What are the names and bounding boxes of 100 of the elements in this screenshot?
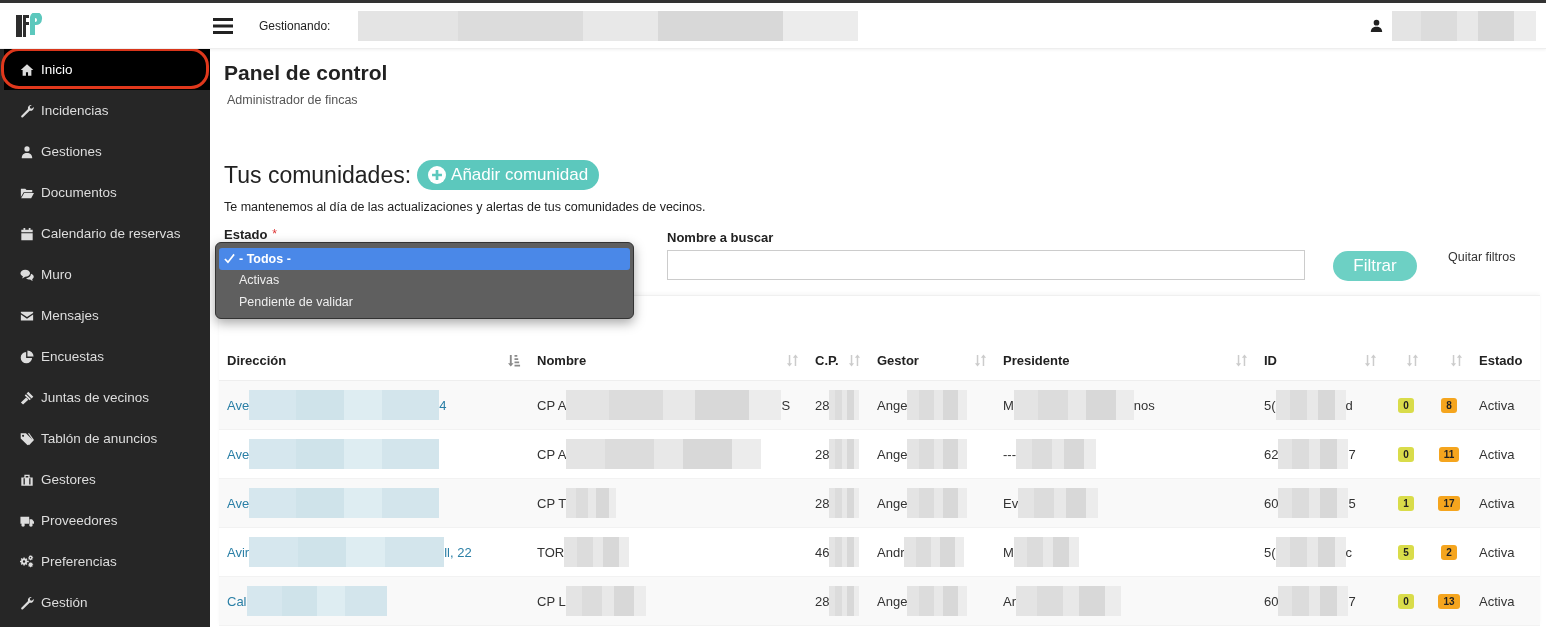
sidebar-item[interactable]: Preferencias: [4, 541, 210, 582]
redacted-block: [1278, 488, 1349, 518]
redacted-block: [904, 537, 965, 567]
table-cell: CP L: [537, 593, 566, 609]
table-cell: Ange: [877, 446, 908, 462]
sort-icon[interactable]: [786, 353, 799, 367]
column-header[interactable]: Gestor: [877, 352, 974, 368]
table-cell: 60: [1264, 495, 1279, 511]
count-badge: 1: [1398, 495, 1414, 511]
redacted-block: [829, 488, 860, 518]
column-header[interactable]: ID: [1264, 352, 1364, 368]
redacted-block: [907, 390, 968, 420]
count-badge: 2: [1441, 544, 1457, 560]
redacted-block: [1013, 537, 1079, 567]
table-cell: 28: [815, 446, 830, 462]
address-link[interactable]: ll, 22: [444, 544, 472, 560]
managing-label: Gestionando:: [259, 18, 331, 33]
address-link[interactable]: Ave: [227, 397, 250, 413]
sort-icon[interactable]: [848, 353, 861, 367]
plus-icon: [428, 166, 447, 184]
status-text: Activa: [1479, 495, 1515, 511]
column-header[interactable]: Dirección: [227, 352, 508, 368]
description-text: Te mantenemos al día de las actualizaciones y alertas de tus comunidades de vecinos.: [224, 200, 707, 214]
page-title: Panel de control: [224, 61, 389, 85]
sidebar-item[interactable]: Tablón de anuncios: [4, 418, 210, 459]
sidebar-item[interactable]: Documentos: [4, 172, 210, 213]
table-cell: M: [1003, 397, 1014, 413]
redacted-block: [829, 439, 860, 469]
name-search-field[interactable]: [667, 250, 1305, 280]
briefcase-icon: [20, 472, 34, 487]
table-cell: TOR: [537, 544, 565, 560]
sort-icon[interactable]: [974, 353, 987, 367]
sidebar-item[interactable]: Muro: [4, 254, 210, 295]
table-cell: nos: [1133, 397, 1155, 413]
table-cell: ---: [1003, 446, 1016, 462]
pie-chart-icon: [20, 349, 34, 364]
estado-label: Estado: [224, 227, 268, 244]
user-icon[interactable]: [1370, 19, 1383, 32]
section-heading: Tus comunidades:: [224, 161, 412, 189]
redacted-block: [907, 488, 968, 518]
calendar-icon: [20, 226, 34, 241]
count-badge: 13: [1438, 593, 1460, 609]
dropdown-option[interactable]: Activas: [219, 269, 630, 291]
table-cell: Ange: [877, 593, 908, 609]
table-cell: 5: [1348, 495, 1356, 511]
status-text: Activa: [1479, 397, 1515, 413]
count-badge: 11: [1438, 446, 1460, 462]
sort-icon[interactable]: [1406, 353, 1419, 367]
sidebar-item[interactable]: Incidencias: [4, 90, 210, 131]
column-header[interactable]: Presidente: [1003, 352, 1235, 368]
sidebar-item[interactable]: Juntas de vecinos: [4, 377, 210, 418]
redacted-block: [1275, 390, 1346, 420]
table-cell: 5(: [1264, 544, 1276, 560]
column-header[interactable]: C.P.: [815, 352, 848, 368]
dropdown-option[interactable]: Pendiente de validar: [219, 291, 630, 313]
address-link[interactable]: Ave: [227, 495, 250, 511]
table-cell: c: [1345, 544, 1353, 560]
table-cell: Ange: [877, 397, 908, 413]
dropdown-option[interactable]: - Todos -: [219, 248, 630, 270]
table-cell: M: [1003, 544, 1014, 560]
count-badge: 8: [1441, 397, 1457, 413]
menu-icon[interactable]: [213, 17, 233, 34]
redacted-block: [1278, 439, 1349, 469]
address-link[interactable]: 4: [439, 397, 447, 413]
redacted-block: [1275, 537, 1346, 567]
redacted-block: [829, 537, 860, 567]
sidebar-item[interactable]: Mensajes: [4, 295, 210, 336]
sidebar-item[interactable]: Proveedores: [4, 500, 210, 541]
redacted-block: [829, 390, 860, 420]
table-cell: 28: [815, 495, 830, 511]
redacted-block: [564, 537, 630, 567]
clear-filters-link[interactable]: Quitar filtros: [1448, 250, 1516, 264]
table-cell: Andr: [877, 544, 905, 560]
sidebar-item[interactable]: Gestores: [4, 459, 210, 500]
address-link[interactable]: Avir: [227, 544, 250, 560]
page-subtitle: Administrador de fincas: [227, 93, 359, 107]
sort-icon[interactable]: [1235, 353, 1248, 367]
sidebar-item[interactable]: Encuestas: [4, 336, 210, 377]
address-link[interactable]: Cal: [227, 593, 247, 609]
table-cell: 28: [815, 397, 830, 413]
column-header[interactable]: Nombre: [537, 352, 786, 368]
table-cell: 62: [1264, 446, 1279, 462]
redacted-block: [829, 586, 860, 616]
gears-icon: [20, 554, 34, 569]
sort-icon[interactable]: [1364, 353, 1377, 367]
sort-icon[interactable]: [1450, 353, 1463, 367]
count-badge: 17: [1438, 495, 1460, 511]
redacted-block: [566, 488, 617, 518]
sidebar-item[interactable]: Calendario de reservas: [4, 213, 210, 254]
column-header[interactable]: Estado: [1479, 352, 1532, 368]
gavel-icon: [20, 390, 34, 405]
check-icon: [224, 253, 235, 264]
address-link[interactable]: Ave: [227, 446, 250, 462]
table-cell: 7: [1348, 593, 1356, 609]
home-icon: [20, 62, 34, 77]
sidebar-item[interactable]: Gestiones: [4, 131, 210, 172]
sort-descending-icon[interactable]: [508, 353, 521, 367]
table-cell: 28: [815, 593, 830, 609]
status-text: Activa: [1479, 446, 1515, 462]
sidebar-item[interactable]: Gestión: [4, 582, 210, 623]
